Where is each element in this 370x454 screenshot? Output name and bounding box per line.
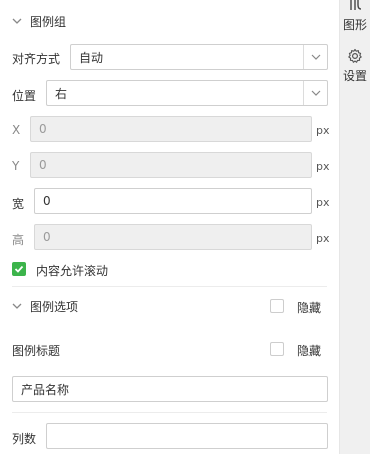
right-sidebar: 图形 设置 xyxy=(340,0,370,454)
tab-settings[interactable]: 设置 xyxy=(340,48,370,88)
tab-graphics-label: 图形 xyxy=(342,18,367,32)
scroll-label: 内容允许滚动 xyxy=(36,264,109,278)
width-input-value: 0 xyxy=(43,194,51,208)
y-input[interactable]: 0 xyxy=(30,152,312,178)
legend-title-hide-label: 隐藏 xyxy=(297,344,322,358)
properties-panel: 图例组 对齐方式 自动 位置 右 X 0 px Y 0 px 宽 0 px 高 … xyxy=(0,0,340,454)
y-unit: px xyxy=(316,160,330,173)
tab-settings-label: 设置 xyxy=(342,69,367,83)
y-input-value: 0 xyxy=(39,158,47,172)
legend-title-hide-checkbox[interactable] xyxy=(270,342,284,356)
legend-options-hide-checkbox[interactable] xyxy=(270,299,284,313)
tab-graphics[interactable]: 图形 xyxy=(340,0,370,36)
position-label: 位置 xyxy=(12,89,37,103)
legend-title-label: 图例标题 xyxy=(12,344,61,358)
x-input-value: 0 xyxy=(39,122,47,136)
align-select-value: 自动 xyxy=(79,50,104,65)
legend-title-input-value: 产品名称 xyxy=(21,382,70,397)
position-select-value: 右 xyxy=(55,86,68,101)
x-input[interactable]: 0 xyxy=(30,116,312,142)
legend-options-hide-label: 隐藏 xyxy=(297,301,322,315)
chevron-down-icon xyxy=(12,18,22,24)
width-unit: px xyxy=(316,196,330,209)
height-input[interactable]: 0 xyxy=(34,224,312,250)
x-label: X xyxy=(12,123,21,137)
width-input[interactable]: 0 xyxy=(34,188,312,214)
legend-options-header[interactable]: 图例选项 xyxy=(12,296,78,316)
chart-icon xyxy=(350,0,362,10)
section-divider xyxy=(12,286,327,287)
columns-input[interactable] xyxy=(46,423,328,449)
legend-options-title: 图例选项 xyxy=(30,299,79,314)
height-unit: px xyxy=(316,232,330,245)
width-label: 宽 xyxy=(12,197,25,211)
legend-group-header[interactable]: 图例组 xyxy=(12,11,66,31)
columns-label: 列数 xyxy=(12,432,37,446)
align-select[interactable]: 自动 xyxy=(70,44,328,70)
x-unit: px xyxy=(316,124,330,137)
chevron-down-icon xyxy=(303,45,327,69)
y-label: Y xyxy=(12,159,20,173)
section-divider xyxy=(12,412,327,413)
chevron-down-icon xyxy=(303,81,327,105)
height-label: 高 xyxy=(12,233,25,247)
position-select[interactable]: 右 xyxy=(46,80,328,106)
gear-icon xyxy=(348,48,362,63)
legend-title-input[interactable]: 产品名称 xyxy=(12,376,328,402)
check-icon xyxy=(14,265,24,273)
legend-group-title: 图例组 xyxy=(30,14,67,29)
scroll-checkbox[interactable] xyxy=(12,262,26,276)
height-input-value: 0 xyxy=(43,230,51,244)
align-label: 对齐方式 xyxy=(12,52,61,66)
chevron-down-icon xyxy=(12,303,22,309)
